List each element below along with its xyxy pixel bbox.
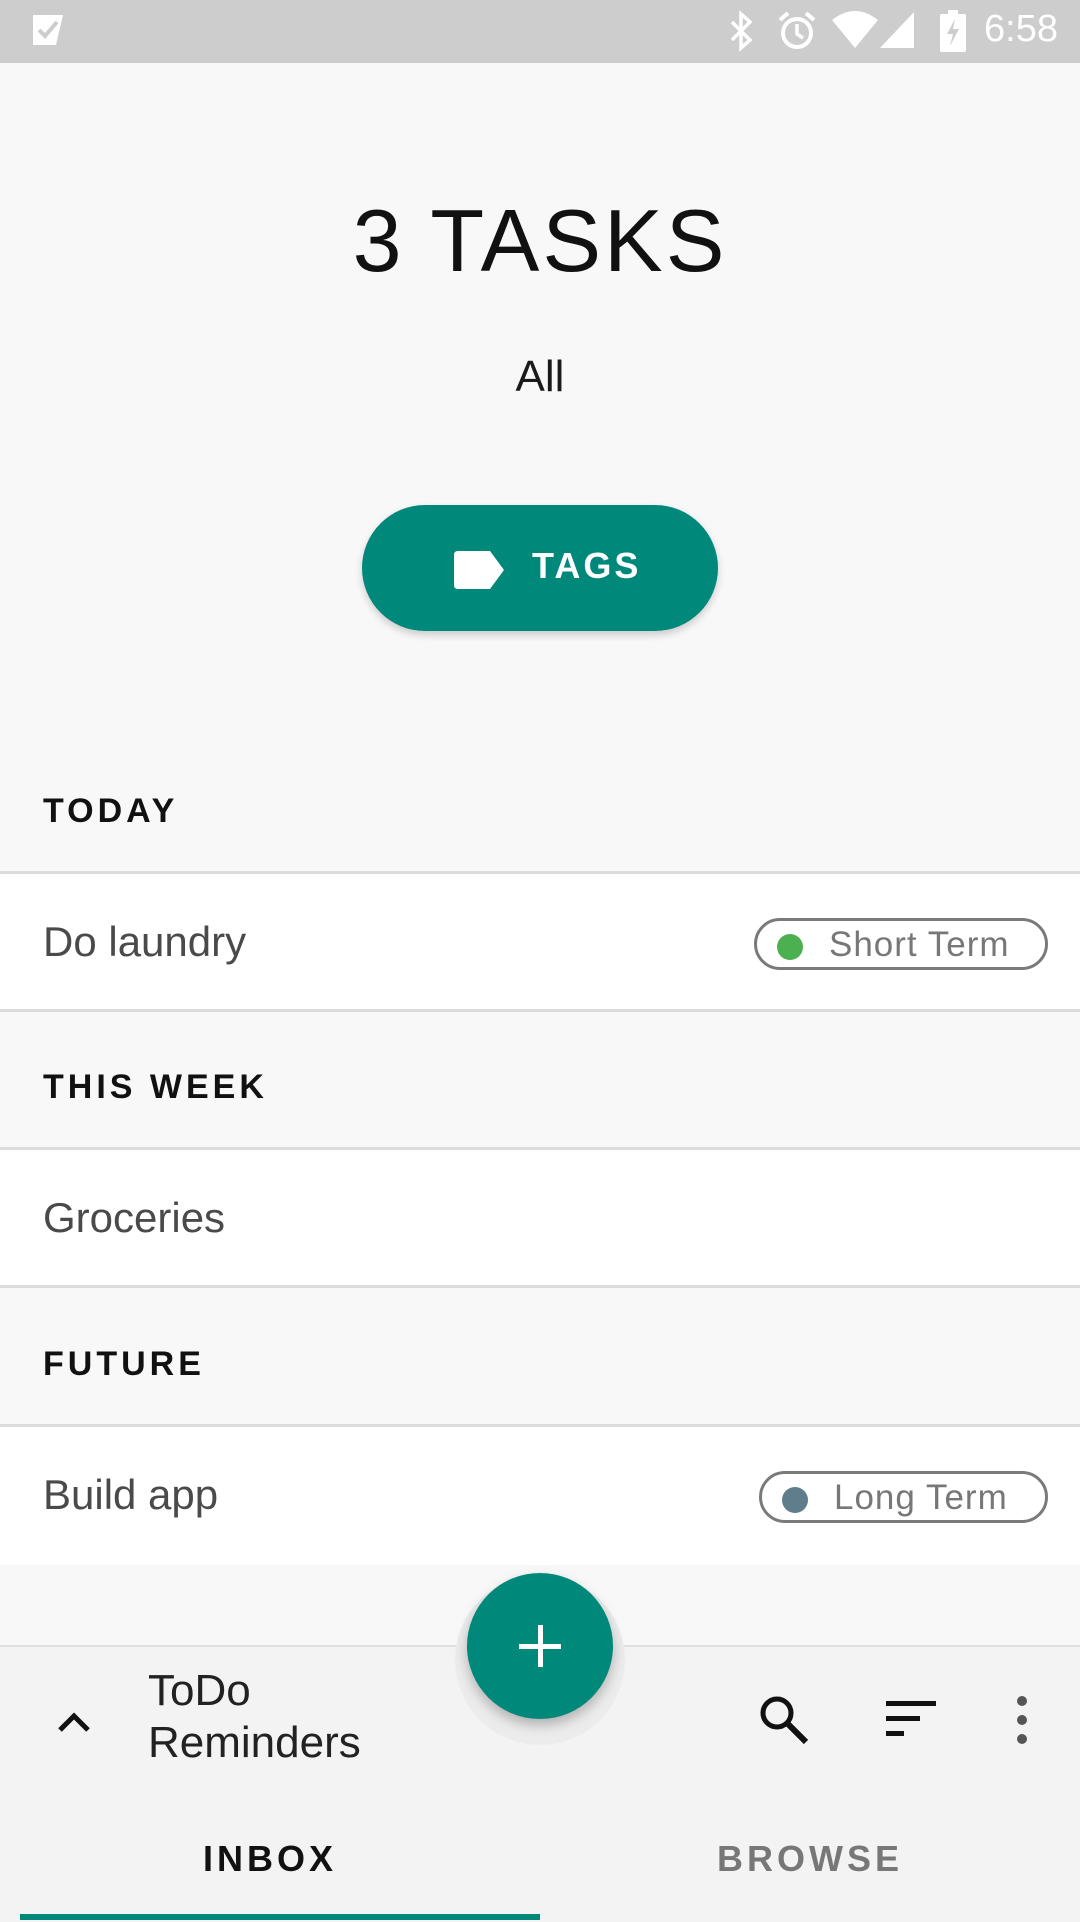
app-title: ToDo Reminders xyxy=(148,1666,361,1767)
status-time: 6:58 xyxy=(984,8,1058,50)
task-title: Build app xyxy=(43,1471,219,1518)
section-label: TODAY xyxy=(43,792,179,830)
search-icon[interactable] xyxy=(756,1692,812,1748)
task-title: Groceries xyxy=(43,1194,226,1241)
signal-icon xyxy=(880,12,914,48)
tags-button[interactable]: TAGS xyxy=(362,505,718,631)
more-vert-icon[interactable] xyxy=(1010,1694,1034,1746)
tag-chip[interactable]: Long Term xyxy=(759,1471,1048,1523)
tag-chip-label: Short Term xyxy=(829,925,1010,964)
tag-chip-label: Long Term xyxy=(834,1478,1008,1517)
battery-charging-icon xyxy=(940,10,966,52)
chevron-up-icon[interactable] xyxy=(52,1700,96,1744)
filter-label: All xyxy=(515,352,565,401)
sort-icon[interactable] xyxy=(884,1697,938,1741)
task-title: Do laundry xyxy=(43,918,247,965)
task-row[interactable]: Build app Long Term xyxy=(0,1427,1080,1565)
label-icon xyxy=(454,551,504,589)
task-count-title: 3 TASKS xyxy=(352,191,728,290)
section-label: THIS WEEK xyxy=(43,1068,268,1106)
bluetooth-icon xyxy=(730,10,753,52)
tag-color-dot xyxy=(782,1487,808,1513)
tag-chip[interactable]: Short Term xyxy=(754,918,1048,970)
tab-browse[interactable]: BROWSE xyxy=(540,1838,1080,1880)
tag-color-dot xyxy=(777,934,803,960)
task-row[interactable]: Do laundry Short Term xyxy=(0,874,1080,1012)
selected-tab-indicator xyxy=(20,1914,540,1920)
section-header-today: TODAY xyxy=(0,736,1080,874)
add-task-fab[interactable] xyxy=(467,1573,613,1719)
app-notification-icon xyxy=(33,15,63,45)
tags-button-label: TAGS xyxy=(532,545,642,586)
section-label: FUTURE xyxy=(43,1345,205,1383)
wifi-icon xyxy=(832,11,878,48)
tab-inbox[interactable]: INBOX xyxy=(0,1838,540,1880)
alarm-icon xyxy=(778,11,816,49)
task-row[interactable]: Groceries xyxy=(0,1150,1080,1288)
section-header-this-week: THIS WEEK xyxy=(0,1012,1080,1150)
section-header-future: FUTURE xyxy=(0,1289,1080,1427)
status-bar: 6:58 xyxy=(0,0,1080,63)
